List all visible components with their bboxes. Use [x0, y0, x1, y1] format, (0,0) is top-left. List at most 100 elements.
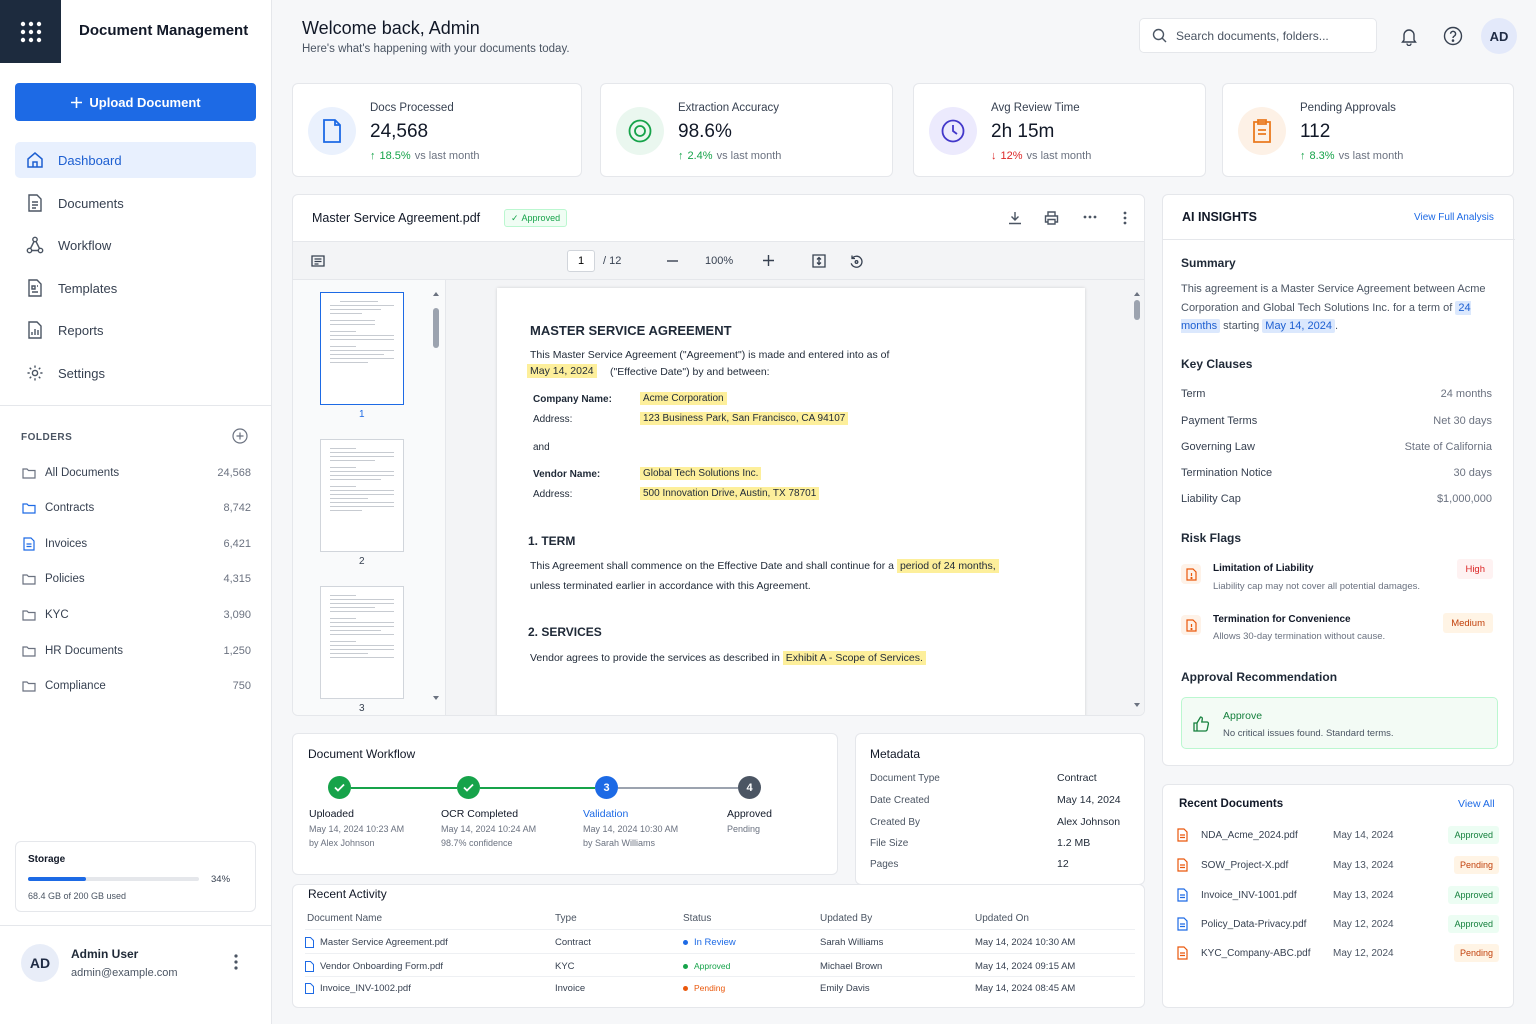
section-term-heading: 1. TERM	[528, 534, 576, 548]
recent-doc-name: NDA_Acme_2024.pdf	[1201, 830, 1298, 841]
document-workflow-card: Document Workflow 3 4 Uploaded May 14, 2…	[292, 733, 838, 875]
view-all-link[interactable]: View All	[1458, 798, 1495, 810]
file-icon	[1177, 946, 1188, 960]
page-number-input[interactable]	[567, 250, 595, 272]
stat-label: Extraction Accuracy	[678, 102, 779, 114]
add-folder-icon[interactable]	[232, 428, 248, 444]
folder-contracts[interactable]: Contracts 8,742	[21, 498, 251, 518]
arrow-down-icon: ↓	[991, 150, 997, 162]
highlight-company: Acme Corporation	[640, 392, 727, 405]
zoom-in-icon[interactable]	[763, 255, 774, 266]
list-item[interactable]: Policy_Data-Privacy.pdf May 12, 2024 App…	[1177, 915, 1499, 935]
print-icon[interactable]	[1044, 211, 1059, 225]
rotate-icon[interactable]	[849, 254, 864, 269]
upload-document-button[interactable]: Upload Document	[15, 83, 256, 121]
nav-item-workflow[interactable]: Workflow	[15, 227, 256, 263]
folder-label: Invoices	[45, 538, 88, 550]
folder-kyc[interactable]: KYC 3,090	[21, 605, 251, 625]
list-item[interactable]: KYC_Company-ABC.pdf May 12, 2024 Pending	[1177, 944, 1499, 964]
recent-doc-date: May 12, 2024	[1333, 948, 1394, 959]
search-box[interactable]	[1139, 18, 1377, 53]
storage-used: 68.4 GB of 200 GB used	[28, 891, 127, 901]
folder-compliance[interactable]: Compliance 750	[21, 676, 251, 696]
folder-label: Policies	[45, 573, 85, 585]
file-icon	[1177, 888, 1188, 902]
folder-icon	[21, 609, 37, 621]
nav-item-settings[interactable]: Settings	[15, 355, 256, 391]
check-icon: ✓	[511, 212, 519, 223]
address-label: Address:	[533, 489, 573, 500]
home-icon	[25, 150, 45, 170]
kebab-menu-icon[interactable]	[230, 953, 242, 971]
nav-item-templates[interactable]: Templates	[15, 270, 256, 306]
list-item[interactable]: NDA_Acme_2024.pdf May 14, 2024 Approved	[1177, 826, 1499, 846]
more-horizontal-icon[interactable]	[1083, 215, 1097, 219]
folder-all-documents[interactable]: All Documents 24,568	[21, 463, 251, 483]
folder-count: 24,568	[217, 467, 251, 479]
stat-delta: 8.3%	[1309, 150, 1335, 162]
nav-item-documents[interactable]: Documents	[15, 185, 256, 221]
folder-invoices[interactable]: Invoices 6,421	[21, 534, 251, 554]
highlight-company-address: 123 Business Park, San Francisco, CA 941…	[640, 412, 849, 425]
step-pending-number: 4	[738, 776, 761, 799]
zoom-out-icon[interactable]	[667, 260, 678, 262]
document-page: MASTER SERVICE AGREEMENT This Master Ser…	[497, 288, 1085, 715]
sidebar-toggle-icon[interactable]	[311, 255, 325, 267]
stat-card-pending-approvals: Pending Approvals 112 ↑ 8.3% vs last month	[1222, 83, 1514, 177]
avatar[interactable]: AD	[1481, 18, 1517, 54]
divider	[1163, 239, 1515, 240]
download-icon[interactable]	[1008, 211, 1022, 225]
approval-recommendation-heading: Approval Recommendation	[1181, 670, 1338, 684]
file-icon	[1177, 828, 1188, 842]
address-label: Address:	[533, 414, 573, 425]
page-total: / 12	[603, 255, 622, 267]
app-title: Document Management	[79, 22, 249, 39]
step-time: May 14, 2024 10:30 AM	[583, 824, 679, 834]
notification-bell-icon[interactable]	[1399, 26, 1419, 46]
stat-suffix: vs last month	[716, 150, 782, 162]
stat-value: 112	[1300, 121, 1331, 142]
view-full-analysis-link[interactable]: View Full Analysis	[1414, 212, 1494, 223]
kebab-menu-icon[interactable]	[1123, 211, 1127, 225]
status-badge: Approved	[1448, 826, 1499, 844]
search-icon	[1152, 28, 1167, 43]
folder-policies[interactable]: Policies 4,315	[21, 569, 251, 589]
nav-item-dashboard[interactable]: Dashboard	[15, 142, 256, 178]
column-header: Updated By	[820, 913, 873, 924]
approval-recommendation-box[interactable]: Approve No critical issues found. Standa…	[1181, 697, 1498, 749]
metadata-value: Contract	[1057, 772, 1097, 784]
activity-by: Michael Brown	[820, 961, 883, 972]
recent-activity-card: Recent Activity Document Name Type Statu…	[292, 884, 1145, 1008]
thumbnail-panel: 1 2 3	[293, 280, 446, 715]
page-thumbnail[interactable]	[320, 586, 404, 699]
app-launcher-icon[interactable]	[0, 0, 61, 63]
step-detail: by Sarah Williams	[583, 838, 656, 848]
workflow-icon	[25, 235, 45, 255]
activity-status: In Review	[694, 937, 736, 948]
fit-page-icon[interactable]	[812, 254, 826, 268]
stat-suffix: vs last month	[1338, 150, 1404, 162]
page-thumbnail[interactable]	[320, 439, 404, 552]
page-thumbnail[interactable]	[320, 292, 404, 405]
stat-label: Pending Approvals	[1300, 102, 1396, 114]
search-input[interactable]	[1176, 28, 1356, 43]
list-item[interactable]: Invoice_INV-1001.pdf May 13, 2024 Approv…	[1177, 886, 1499, 906]
help-icon[interactable]	[1443, 26, 1463, 46]
avatar[interactable]: AD	[21, 944, 59, 982]
risk-title: Limitation of Liability	[1213, 563, 1314, 574]
storage-label: Storage	[28, 854, 66, 865]
warning-document-icon	[1181, 564, 1201, 584]
highlight-date: May 14, 2024	[1262, 319, 1335, 333]
nav-item-reports[interactable]: Reports	[15, 312, 256, 348]
file-icon	[1177, 858, 1188, 872]
list-item[interactable]: SOW_Project-X.pdf May 13, 2024 Pending	[1177, 856, 1499, 876]
doc-intro-2: ("Effective Date") by and between:	[610, 366, 770, 378]
page-scrollbar[interactable]	[1133, 286, 1141, 711]
folder-count: 6,421	[223, 538, 251, 550]
folders-header: FOLDERS	[21, 432, 73, 443]
status-badge: Pending	[683, 983, 725, 993]
thumbnail-number: 3	[359, 703, 365, 714]
folder-hr-documents[interactable]: HR Documents 1,250	[21, 641, 251, 661]
thumbnail-scrollbar[interactable]	[432, 286, 440, 706]
stat-suffix: vs last month	[414, 150, 480, 162]
